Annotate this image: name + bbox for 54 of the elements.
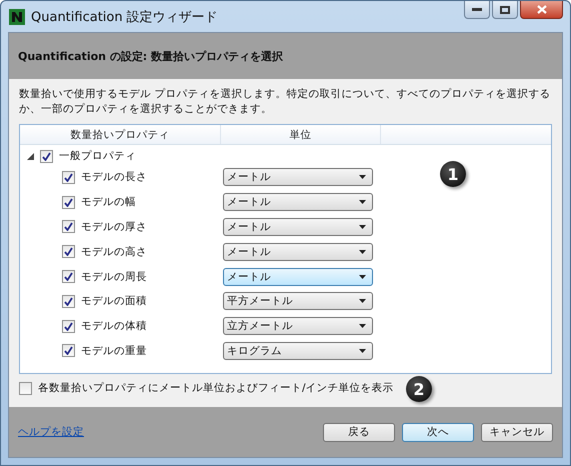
checkbox[interactable]: [62, 245, 75, 258]
dropdown-arrow-icon: [359, 224, 366, 229]
property-label: モデルの長さ: [81, 170, 147, 184]
dropdown-arrow-icon: [359, 348, 366, 353]
window-title: Quantification 設定ウィザード: [31, 8, 218, 26]
property-label: モデルの幅: [81, 195, 136, 210]
dialog-button[interactable]: 戻る: [323, 422, 395, 442]
app-logo-icon: [9, 8, 25, 24]
group-label: 一般プロパティ: [59, 149, 136, 163]
maximize-icon: [500, 6, 510, 14]
maximize-button[interactable]: [492, 1, 518, 19]
checkbox[interactable]: [62, 170, 75, 184]
column-header[interactable]: 数量拾いプロパティ: [20, 125, 221, 144]
dropdown-arrow-icon: [359, 324, 366, 328]
checkbox[interactable]: [62, 320, 75, 333]
close-icon: [536, 5, 546, 14]
unit-dropdown[interactable]: メートル: [223, 242, 373, 261]
property-label: モデルの高さ: [81, 244, 147, 259]
unit-dropdown[interactable]: メートル: [223, 193, 373, 212]
checkbox[interactable]: [19, 382, 32, 394]
property-label: モデルの厚さ: [81, 220, 147, 234]
property-label: モデルの重量: [81, 344, 147, 358]
property-label: モデルの面積: [81, 294, 147, 308]
unit-dropdown[interactable]: メートル: [223, 268, 373, 286]
dropdown-arrow-icon: [359, 175, 366, 180]
page-heading: Quantification の設定: 数量拾いプロパティを選択: [18, 48, 284, 64]
description-text: 数量拾いで使用するモデル プロパティを選択します。特定の取引について、すべてのプロパティを選択するか、一部のプロパティを選択することができます。: [19, 87, 552, 117]
callout-badge: 1: [440, 161, 466, 187]
minimize-button[interactable]: [464, 1, 490, 19]
checkbox[interactable]: [62, 344, 75, 358]
dialog-button[interactable]: 次へ: [402, 422, 474, 442]
checkbox[interactable]: [40, 150, 53, 162]
dropdown-arrow-icon: [359, 299, 366, 304]
checkbox[interactable]: [62, 196, 75, 209]
property-label: モデルの周長: [81, 270, 147, 284]
unit-dropdown[interactable]: メートル: [223, 218, 373, 236]
expand-triangle-icon[interactable]: [27, 152, 34, 160]
checkbox[interactable]: [62, 294, 75, 308]
dropdown-arrow-icon: [359, 250, 366, 254]
checkbox[interactable]: [62, 270, 75, 284]
callout-badge: 2: [406, 376, 432, 402]
unit-dropdown[interactable]: 平方メートル: [223, 292, 373, 310]
property-label: モデルの体積: [81, 319, 147, 334]
dropdown-arrow-icon: [359, 274, 366, 279]
column-header[interactable]: 単位: [221, 125, 381, 144]
close-button[interactable]: [520, 1, 563, 19]
dropdown-arrow-icon: [359, 200, 366, 204]
dialog-button[interactable]: キャンセル: [481, 422, 553, 442]
option-label: 各数量拾いプロパティにメートル単位およびフィート/インチ単位を表示: [38, 381, 394, 395]
unit-dropdown[interactable]: 立方メートル: [223, 317, 373, 336]
minimize-icon: [472, 8, 482, 12]
unit-dropdown[interactable]: キログラム: [223, 342, 373, 360]
checkbox[interactable]: [62, 220, 75, 234]
unit-dropdown[interactable]: メートル: [223, 168, 373, 186]
